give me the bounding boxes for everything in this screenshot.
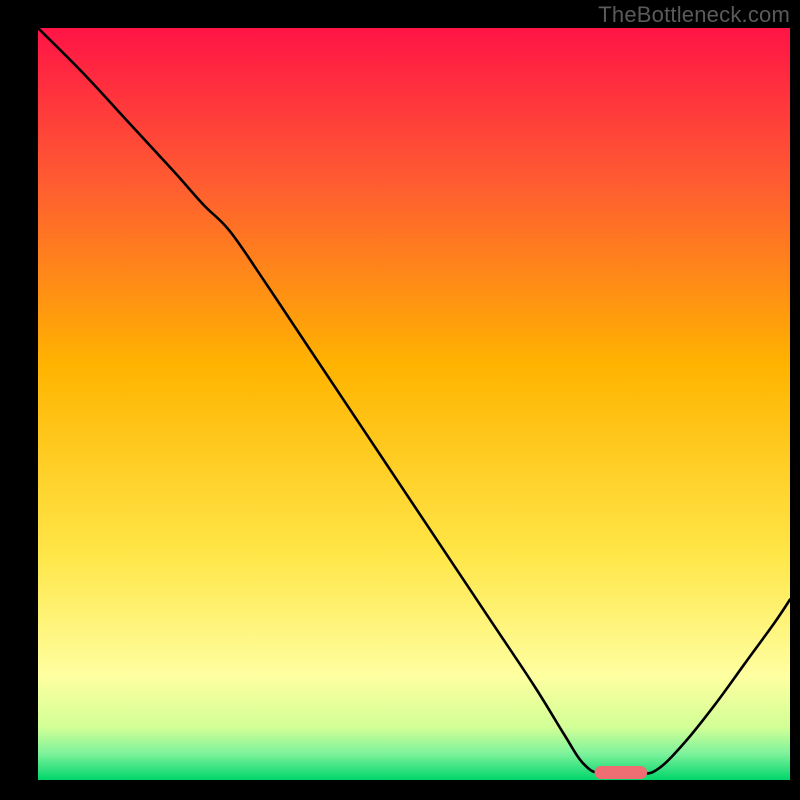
marker-layer: [595, 766, 648, 779]
chart-frame: TheBottleneck.com: [0, 0, 800, 800]
bottleneck-chart: [38, 28, 790, 780]
gradient-background: [38, 28, 790, 780]
watermark-text: TheBottleneck.com: [598, 2, 790, 28]
optimal-range-marker: [595, 766, 648, 779]
